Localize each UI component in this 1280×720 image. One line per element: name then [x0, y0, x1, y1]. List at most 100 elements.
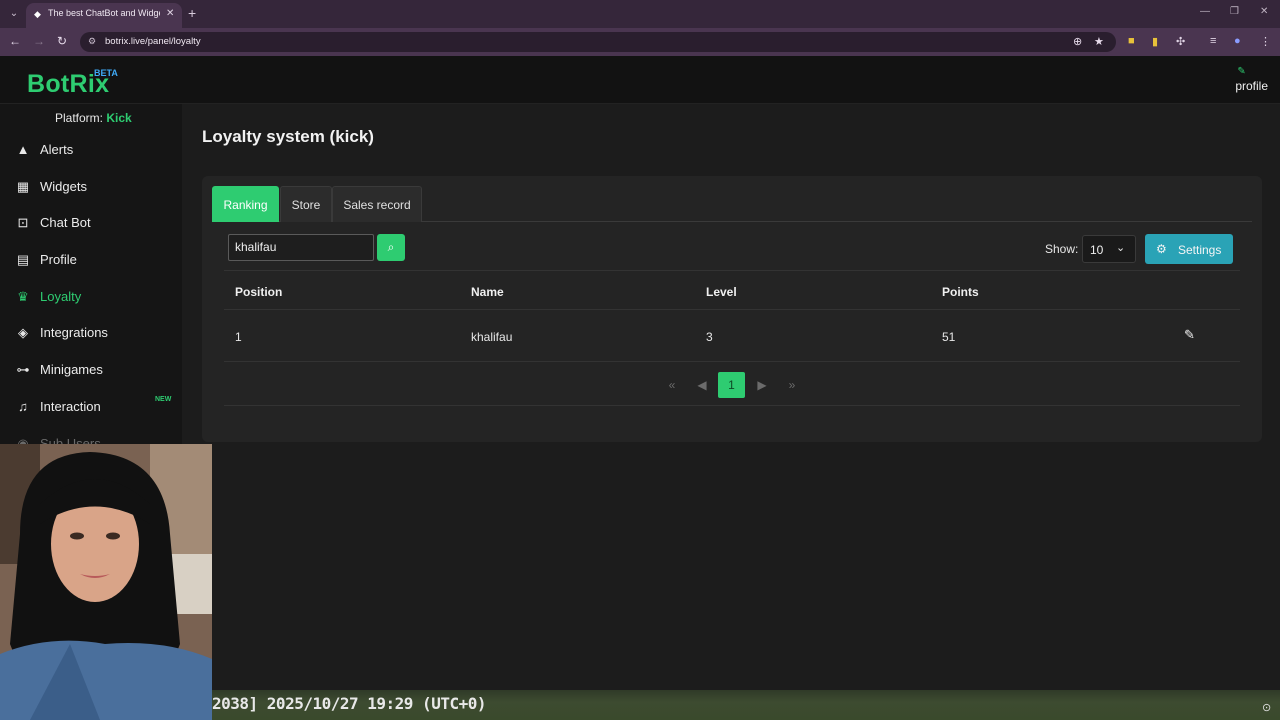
pagination: « ◀ 1 ▶ » — [224, 364, 1240, 406]
profile-leaf-icon: ✎ — [1237, 66, 1246, 77]
search-button[interactable]: ⌕ — [377, 234, 405, 261]
platform-value: Kick — [106, 111, 132, 125]
stream-timestamp: 2038] 2025/10/27 19:29 (UTC+0) — [212, 694, 486, 713]
show-label: Show: — [1045, 242, 1079, 256]
cell-points: 51 — [942, 330, 956, 344]
tab-title: The best ChatBot and Widgets — [48, 8, 160, 18]
platform-indicator: Platform: Kick — [55, 111, 132, 125]
sidebar-item-widgets[interactable]: ▦ Widgets — [0, 171, 182, 205]
profile-link[interactable]: ✎ profile — [1235, 66, 1268, 95]
restore-icon[interactable]: ❐ — [1230, 6, 1239, 17]
settings-button[interactable]: ⚙ Settings — [1145, 234, 1233, 264]
favicon-icon: ◆ — [34, 9, 41, 19]
beta-badge: BETA — [94, 68, 118, 78]
sidebar-item-integrations[interactable]: ◈ Integrations — [0, 317, 182, 351]
forward-icon[interactable]: → — [33, 34, 45, 48]
search-icon: ⌕ — [387, 240, 395, 254]
edit-pencil-icon[interactable]: ✎ — [1184, 327, 1195, 343]
next-page-icon[interactable]: ▶ — [750, 372, 774, 398]
webcam-person-image — [0, 444, 212, 720]
menu-dots-icon[interactable]: ⋮ — [1260, 35, 1271, 48]
app-header: BotRix BETA ✎ profile — [0, 56, 1280, 104]
sidebar-item-minigames[interactable]: ⊶ Minigames — [0, 354, 182, 388]
extension-icon-2[interactable]: ▮ — [1152, 35, 1158, 48]
music-icon: ♫ — [18, 399, 28, 414]
cell-position: 1 — [235, 330, 242, 344]
cell-name: khalifau — [471, 330, 513, 344]
site-info-icon[interactable]: ⚙ — [88, 36, 96, 47]
close-window-icon[interactable]: ✕ — [1260, 6, 1268, 17]
extensions-puzzle-icon[interactable]: ✣ — [1176, 35, 1185, 48]
browser-tabbar: ⌄ ◆ The best ChatBot and Widgets ✕ + — ❐… — [0, 0, 1280, 28]
chevron-down-icon: ⌄ — [1116, 242, 1126, 254]
search-input[interactable]: khalifau — [228, 234, 374, 261]
id-card-icon: ▤ — [16, 252, 30, 267]
target-icon: ⊙ — [1262, 702, 1272, 714]
page-size-select[interactable]: 10 ⌄ — [1082, 235, 1136, 263]
address-bar[interactable]: ⚙ botrix.live/panel/loyalty ⊕ ★ — [80, 32, 1116, 52]
reload-icon[interactable]: ↻ — [57, 34, 67, 48]
robot-icon: ⊡ — [17, 215, 29, 230]
sidebar-item-label: Minigames — [40, 362, 103, 377]
tab-sales-record[interactable]: Sales record — [332, 186, 422, 222]
gamepad-icon: ⊶ — [16, 362, 30, 377]
tab-store[interactable]: Store — [280, 186, 332, 222]
sidebar-item-label: Chat Bot — [40, 215, 91, 230]
extension-icon[interactable]: ■ — [1128, 35, 1135, 47]
table-header: Position Name Level Points — [224, 270, 1240, 310]
column-header-points[interactable]: Points — [942, 285, 979, 299]
profile-label: profile — [1235, 79, 1268, 93]
warning-icon: ▲ — [16, 142, 30, 157]
page-1-button[interactable]: 1 — [718, 372, 745, 398]
gears-icon: ⚙ — [1156, 242, 1167, 256]
sidebar-item-loyalty[interactable]: ♛ Loyalty — [0, 281, 182, 315]
table-row: 1 khalifau 3 51 ✎ — [224, 310, 1240, 362]
sidebar-item-label: Loyalty — [40, 289, 82, 304]
back-icon[interactable]: ← — [9, 34, 21, 48]
sidebar-item-label: Widgets — [40, 179, 87, 194]
zoom-icon[interactable]: ⊕ — [1073, 35, 1082, 48]
first-page-icon[interactable]: « — [660, 372, 684, 398]
platform-label: Platform: — [55, 111, 104, 125]
sidebar-item-interaction[interactable]: ♫ Interaction NEW — [0, 391, 182, 425]
column-header-level[interactable]: Level — [706, 285, 737, 299]
browser-toolbar: ← → ↻ ⚙ botrix.live/panel/loyalty ⊕ ★ ■ … — [0, 28, 1280, 56]
page-title: Loyalty system (kick) — [202, 127, 374, 146]
page-size-value: 10 — [1090, 243, 1104, 257]
media-control-icon[interactable]: ≡ — [1210, 35, 1216, 47]
sidebar-item-label: Alerts — [40, 142, 74, 157]
sidebar: Platform: Kick ▲ Alerts ▦ Widgets ⊡ Chat… — [0, 104, 182, 444]
loyalty-card: Ranking Store Sales record khalifau ⌕ Sh… — [202, 176, 1262, 442]
profile-avatar-icon[interactable]: ● — [1234, 35, 1241, 47]
users-icon: ◉ — [17, 436, 29, 444]
loyalty-tabs: Ranking Store Sales record — [212, 186, 1252, 222]
prev-page-icon[interactable]: ◀ — [690, 372, 714, 398]
browser-tab[interactable]: ◆ The best ChatBot and Widgets ✕ — [26, 3, 182, 28]
sidebar-item-sub-users[interactable]: ◉ Sub Users — [0, 428, 182, 444]
trophy-icon: ♛ — [17, 289, 29, 304]
column-header-name[interactable]: Name — [471, 285, 504, 299]
sidebar-item-label: Interaction — [40, 399, 101, 414]
tab-search-icon[interactable]: ⌄ — [6, 6, 22, 22]
close-tab-icon[interactable]: ✕ — [166, 8, 174, 19]
new-tab-icon[interactable]: + — [188, 5, 196, 21]
settings-label: Settings — [1178, 243, 1222, 257]
minimize-icon[interactable]: — — [1200, 6, 1210, 17]
column-header-position[interactable]: Position — [235, 285, 282, 299]
sidebar-item-chat-bot[interactable]: ⊡ Chat Bot — [0, 207, 182, 241]
webcam-overlay — [0, 444, 212, 720]
sidebar-item-profile[interactable]: ▤ Profile — [0, 244, 182, 278]
cube-icon: ◈ — [18, 325, 28, 340]
last-page-icon[interactable]: » — [780, 372, 804, 398]
new-badge: NEW — [155, 396, 172, 403]
sidebar-item-label: Integrations — [40, 325, 108, 340]
tab-ranking[interactable]: Ranking — [212, 186, 279, 222]
grid-icon: ▦ — [16, 179, 30, 194]
sidebar-item-label: Profile — [40, 252, 77, 267]
main-content: Loyalty system (kick) Ranking Store Sale… — [182, 104, 1280, 720]
cell-level: 3 — [706, 330, 713, 344]
bookmark-star-icon[interactable]: ★ — [1094, 35, 1104, 48]
sidebar-item-label: Sub Users — [40, 436, 101, 444]
url-text[interactable]: botrix.live/panel/loyalty — [105, 36, 201, 47]
sidebar-item-alerts[interactable]: ▲ Alerts — [0, 134, 182, 168]
